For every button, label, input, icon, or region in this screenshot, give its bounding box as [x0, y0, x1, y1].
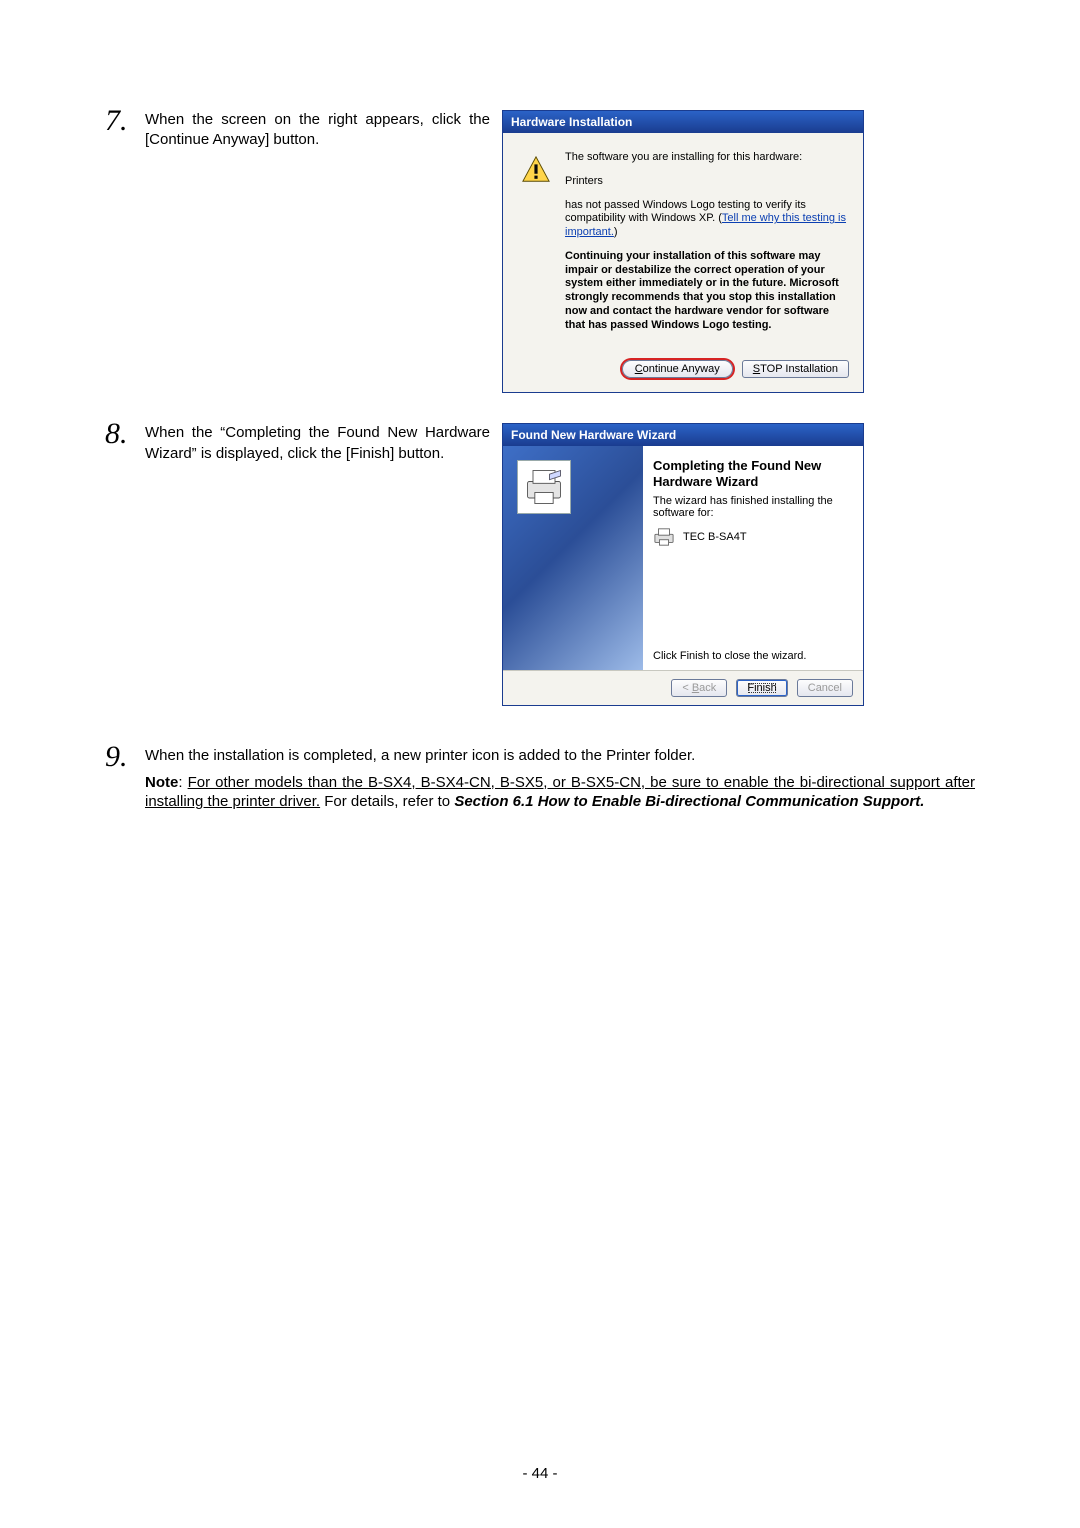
cancel-button: Cancel: [797, 679, 853, 697]
step-7-text: When the screen on the right appears, cl…: [145, 110, 490, 151]
wizard-close-hint: Click Finish to close the wizard.: [653, 650, 853, 662]
wizard-subtext: The wizard has finished installing the s…: [653, 495, 853, 519]
note-mid: For details, refer to: [324, 793, 454, 810]
step-8-number: 8.: [105, 419, 145, 449]
step-9-note: Note: For other models than the B-SX4, B…: [145, 773, 975, 812]
note-label: Note:: [145, 774, 188, 791]
back-button: < Back: [671, 679, 727, 697]
wizard-device-row: TEC B-SA4T: [653, 527, 853, 547]
dlg1-line1: The software you are installing for this…: [565, 151, 849, 165]
stop-installation-button[interactable]: STOP Installation: [742, 360, 849, 378]
wizard-sidebar-image: [503, 446, 643, 670]
step-8-row: 8. When the “Completing the Found New Ha…: [105, 423, 975, 706]
note-bold-italic: Section 6.1 How to Enable Bi-directional…: [454, 793, 924, 810]
dlg1-strong-warning: Continuing your installation of this sof…: [565, 250, 849, 333]
dlg1-line2: Printers: [565, 175, 849, 189]
step-7-row: 7. When the screen on the right appears,…: [105, 110, 975, 393]
wizard-heading: Completing the Found New Hardware Wizard: [653, 458, 853, 489]
step-9-number: 9.: [105, 742, 145, 772]
step-9-row: 9. When the installation is completed, a…: [105, 746, 975, 811]
found-new-hardware-wizard-dialog: Found New Hardware Wizard: [502, 423, 864, 706]
dialog-title: Hardware Installation: [503, 111, 863, 133]
dlg1-line3: has not passed Windows Logo testing to v…: [565, 199, 849, 240]
page-number: - 44 -: [0, 1465, 1080, 1482]
finish-button[interactable]: Finish: [736, 679, 787, 697]
wizard-side-printer-icon: [517, 460, 571, 514]
step-8-text: When the “Completing the Found New Hardw…: [145, 423, 490, 464]
wizard-title: Found New Hardware Wizard: [503, 424, 863, 446]
hardware-installation-dialog: Hardware Installation The software you a…: [502, 110, 864, 393]
warning-icon: [521, 155, 551, 185]
step-7-number: 7.: [105, 106, 145, 136]
continue-anyway-button[interactable]: Continue Anyway: [622, 360, 733, 378]
step-9-body: When the installation is completed, a ne…: [145, 746, 975, 811]
dialog-message: The software you are installing for this…: [565, 151, 849, 342]
wizard-device-name: TEC B-SA4T: [683, 531, 747, 543]
step-9-text: When the installation is completed, a ne…: [145, 746, 975, 766]
printer-icon: [653, 527, 675, 547]
